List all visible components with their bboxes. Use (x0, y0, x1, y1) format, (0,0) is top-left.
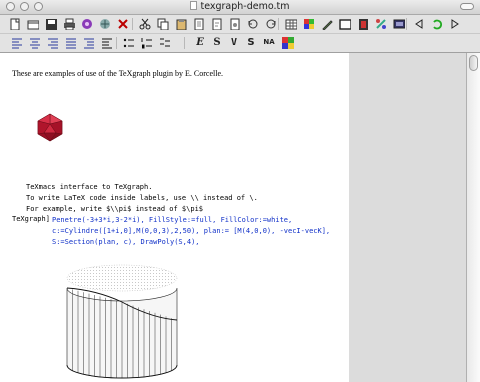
vertical-scrollbar[interactable] (466, 53, 480, 382)
input-line-3[interactable]: S:=Section(plan, c), DrawPoly(S,4), (52, 238, 200, 247)
toolbar-separator (406, 18, 407, 30)
input-line-1[interactable]: Penetre(-3+3*i,3-2*i), FillStyle:=full, … (52, 216, 292, 225)
window-title-area: texgraph-demo.tm (0, 1, 480, 13)
nav-left-icon[interactable] (412, 17, 426, 30)
preview-icon[interactable] (80, 17, 94, 30)
bold-button[interactable]: S (210, 36, 224, 49)
bullets-icon[interactable] (122, 36, 136, 49)
cut-icon[interactable] (138, 17, 152, 30)
color-palette-icon[interactable] (281, 36, 295, 49)
undo-icon[interactable] (246, 17, 260, 30)
page3-icon[interactable] (228, 17, 242, 30)
toolbar-separator (184, 37, 185, 49)
screen-icon[interactable] (392, 17, 406, 30)
color-icon[interactable] (302, 17, 316, 30)
open-icon[interactable] (26, 17, 40, 30)
align-right-icon[interactable] (46, 36, 60, 49)
name-button[interactable]: NA (261, 36, 277, 49)
nav-right-icon[interactable] (448, 17, 462, 30)
frame-icon[interactable] (338, 17, 352, 30)
links-icon[interactable] (374, 17, 388, 30)
page2-icon[interactable] (210, 17, 224, 30)
emphasis-button[interactable]: E (193, 36, 207, 49)
pen-icon[interactable] (320, 17, 334, 30)
save-icon[interactable] (44, 17, 58, 30)
document-icon (190, 1, 198, 10)
align-center-icon[interactable] (28, 36, 42, 49)
sans-serif-button[interactable]: S (244, 36, 258, 49)
output-line-2: To write LaTeX code inside labels, use \… (26, 194, 258, 202)
session-prompt: TeXgraph] (12, 215, 50, 223)
title-bar: texgraph-demo.tm (0, 0, 480, 15)
justify-icon[interactable] (64, 36, 78, 49)
table-icon[interactable] (284, 17, 298, 30)
description-list-icon[interactable] (158, 36, 172, 49)
icosahedron-figure (37, 113, 63, 142)
toolbar-separator (278, 18, 279, 30)
window-title: texgraph-demo.tm (200, 1, 290, 12)
numbered-list-icon[interactable] (140, 36, 154, 49)
input-line-2[interactable]: c:=Cylindre([1+i,0],M(0,0,3),2,50), plan… (52, 227, 330, 236)
print-icon[interactable] (62, 17, 76, 30)
cylinder-section-figure (66, 264, 178, 379)
movie-icon[interactable] (356, 17, 370, 30)
toolbar-separator (132, 18, 133, 30)
output-line-1: TeXmacs interface to TeXgraph. (26, 183, 153, 191)
page-icon[interactable] (192, 17, 206, 30)
export-icon[interactable] (98, 17, 112, 30)
paste-icon[interactable] (174, 17, 188, 30)
page-margin-area (349, 53, 466, 382)
outdent-icon[interactable] (100, 36, 114, 49)
output-line-3: For example, write $\\pi$ instead of $\p… (26, 205, 204, 213)
new-doc-icon[interactable] (8, 17, 22, 30)
toolbar-separator (116, 37, 117, 49)
toolbar-toggle-button[interactable] (460, 3, 474, 10)
format-toolbar: E S V S NA (0, 34, 480, 53)
intro-paragraph: These are examples of use of the TeXgrap… (12, 69, 223, 78)
main-toolbar (0, 15, 480, 34)
redo-icon[interactable] (264, 17, 278, 30)
indent-icon[interactable] (82, 36, 96, 49)
close-x-icon[interactable] (116, 17, 130, 30)
copy-icon[interactable] (156, 17, 170, 30)
refresh-icon[interactable] (430, 17, 444, 30)
verbatim-button[interactable]: V (227, 36, 241, 49)
scrollbar-thumb[interactable] (469, 55, 478, 71)
align-left-icon[interactable] (10, 36, 24, 49)
